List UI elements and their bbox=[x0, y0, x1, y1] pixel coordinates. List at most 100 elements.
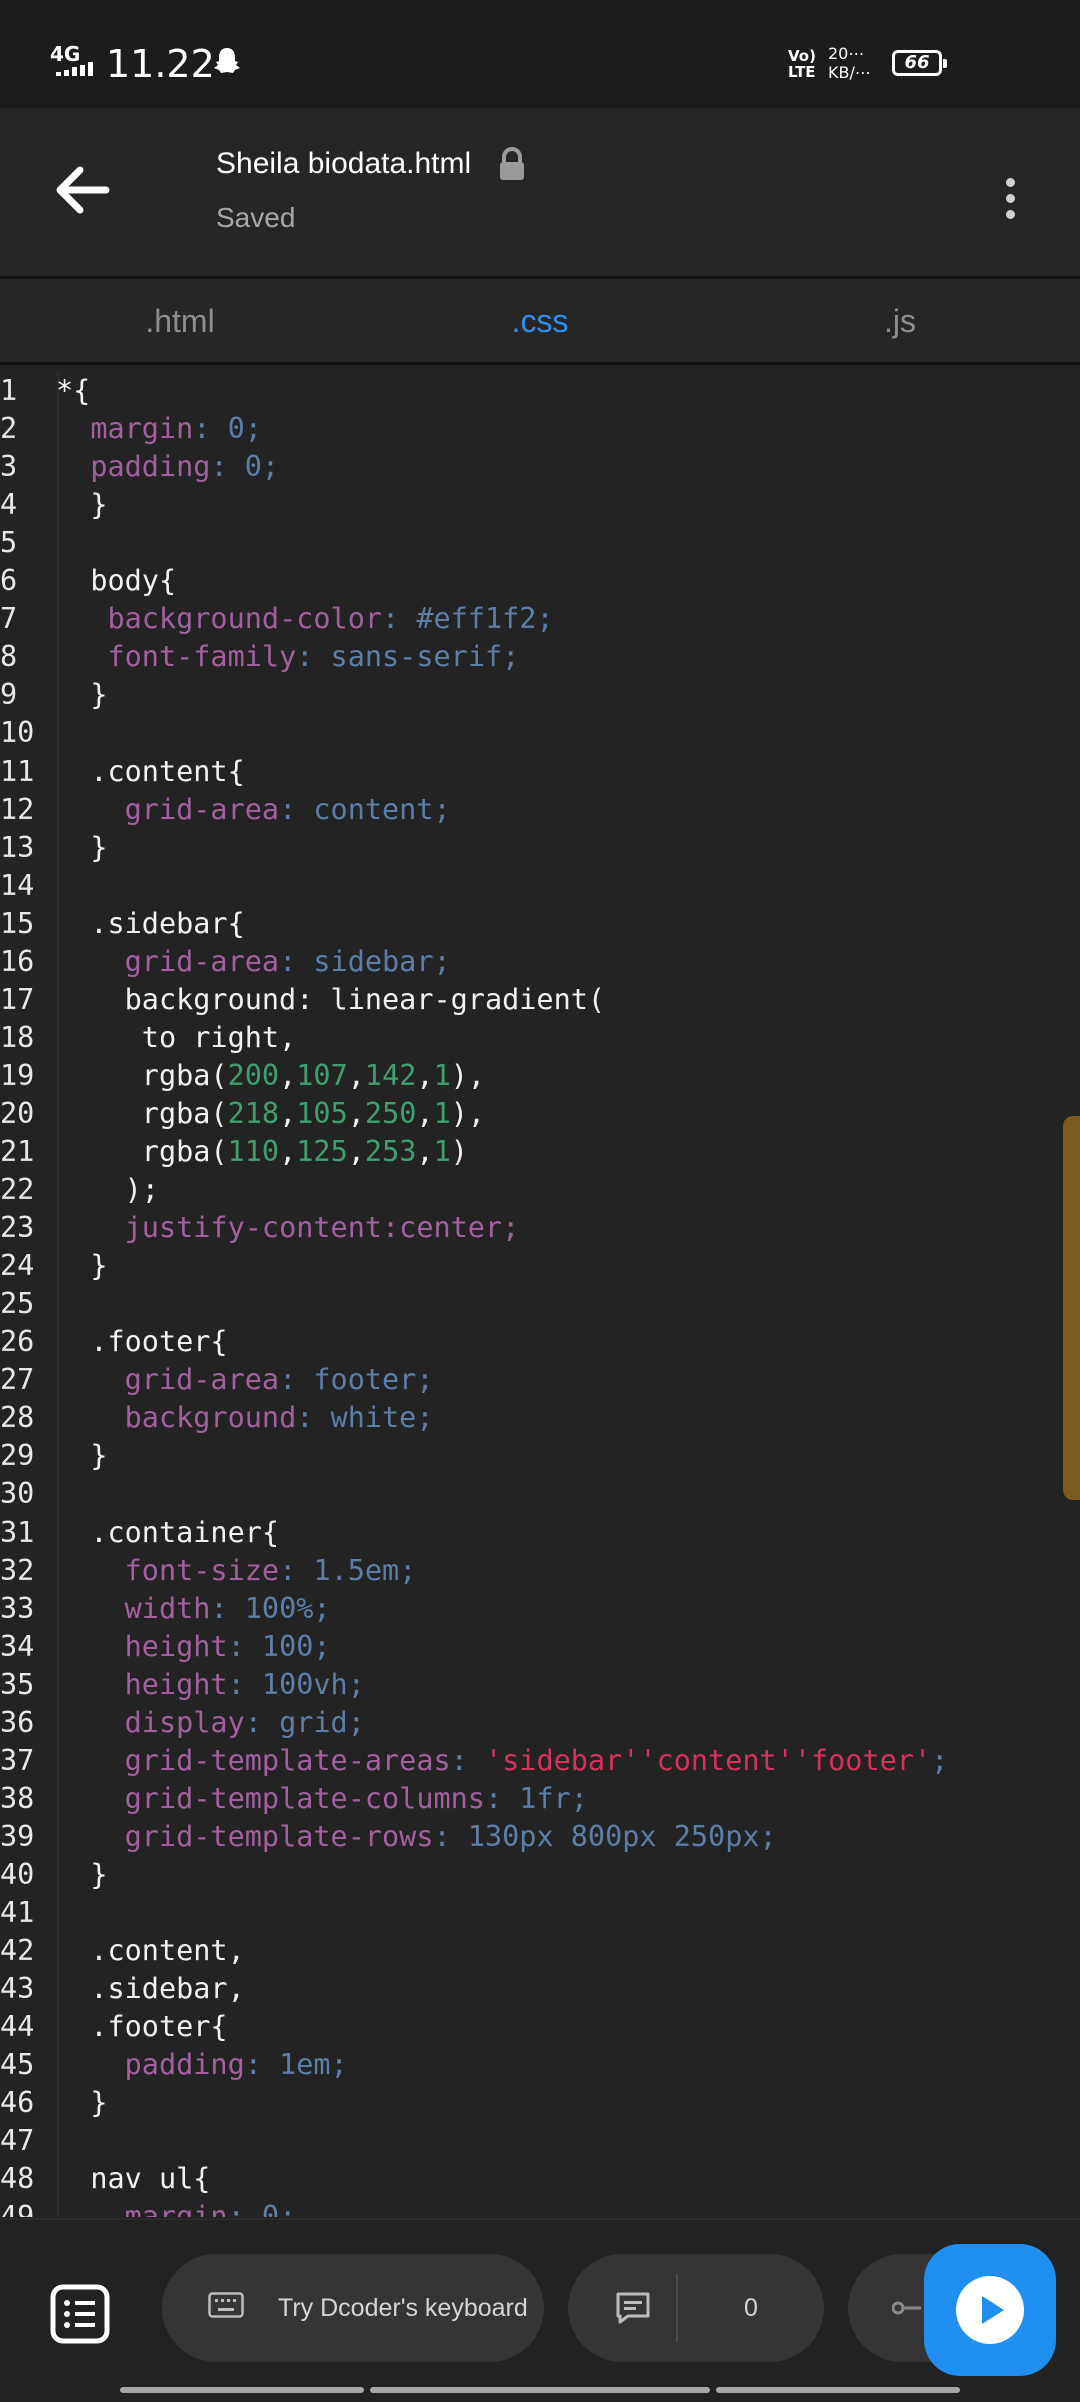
code-token: 142 bbox=[364, 1058, 417, 1092]
code-token: : 0; bbox=[210, 450, 280, 484]
line-number: 29 bbox=[0, 1439, 35, 1473]
code-line[interactable]: 13 } bbox=[0, 829, 1060, 867]
code-line[interactable]: 6 body{ bbox=[0, 562, 1060, 600]
code-line[interactable]: 5 bbox=[0, 524, 1060, 562]
line-number: 2 bbox=[0, 412, 18, 446]
code-token: : content; bbox=[279, 792, 451, 826]
tab-js[interactable]: .js bbox=[720, 279, 1080, 363]
code-line[interactable]: 32 font-size: 1.5em; bbox=[0, 1552, 1060, 1590]
more-vertical-icon[interactable] bbox=[990, 168, 1030, 228]
code-line[interactable]: 36 display: grid; bbox=[0, 1704, 1060, 1742]
list-icon[interactable] bbox=[50, 2284, 110, 2344]
code-line[interactable]: 15 .sidebar{ bbox=[0, 905, 1060, 943]
file-name[interactable]: Sheila biodata.html bbox=[216, 144, 471, 184]
code-line[interactable]: 25 bbox=[0, 1285, 1060, 1323]
code-line[interactable]: 37 grid-template-areas: 'sidebar''conten… bbox=[0, 1742, 1060, 1780]
code-line[interactable]: 30 bbox=[0, 1475, 1060, 1513]
code-line[interactable]: 26 .footer{ bbox=[0, 1323, 1060, 1361]
code-line[interactable]: 9 } bbox=[0, 676, 1060, 714]
code-text: grid-area: sidebar; bbox=[56, 943, 451, 981]
code-line[interactable]: 20 rgba(218,105,250,1), bbox=[0, 1095, 1060, 1133]
code-text: rgba(200,107,142,1), bbox=[56, 1057, 485, 1095]
code-token: , bbox=[279, 1135, 297, 1168]
code-line[interactable]: 24 } bbox=[0, 1247, 1060, 1285]
code-line[interactable]: 41 bbox=[0, 1894, 1060, 1932]
code-line[interactable]: 4 } bbox=[0, 486, 1060, 524]
code-token: } bbox=[56, 1439, 108, 1473]
code-line[interactable]: 40 } bbox=[0, 1856, 1060, 1894]
scrollbar-thumb[interactable] bbox=[1063, 1116, 1080, 1500]
keyboard-button[interactable]: Try Dcoder's keyboard bbox=[162, 2254, 544, 2362]
code-token: ; bbox=[931, 1743, 949, 1777]
code-line[interactable]: 27 grid-area: footer; bbox=[0, 1361, 1060, 1399]
code-line[interactable]: 11 .content{ bbox=[0, 753, 1060, 791]
code-line[interactable]: 21 rgba(110,125,253,1) bbox=[0, 1133, 1060, 1171]
code-line[interactable]: 49 margin: 0; bbox=[0, 2198, 1060, 2217]
code-line[interactable]: 42 .content, bbox=[0, 1932, 1060, 1970]
run-button[interactable] bbox=[924, 2244, 1056, 2376]
code-token: background-color bbox=[107, 602, 383, 636]
code-line[interactable]: 10 bbox=[0, 714, 1060, 752]
tab-html[interactable]: .html bbox=[0, 279, 360, 363]
code-line[interactable]: 1 *{ bbox=[0, 372, 1060, 410]
battery-icon: 66 bbox=[892, 50, 947, 76]
line-number: 23 bbox=[0, 1211, 35, 1245]
comments-button[interactable]: 0 bbox=[568, 2254, 824, 2362]
code-text: } bbox=[56, 1247, 107, 1285]
code-line[interactable]: 22 ); bbox=[0, 1171, 1060, 1209]
code-text: .content, bbox=[56, 1932, 244, 1970]
code-line[interactable]: 38 grid-template-columns: 1fr; bbox=[0, 1780, 1060, 1818]
arrow-left-icon[interactable] bbox=[44, 150, 124, 230]
code-text: } bbox=[56, 829, 107, 867]
code-line[interactable]: 29 } bbox=[0, 1437, 1060, 1475]
tab-css[interactable]: .css bbox=[360, 279, 720, 363]
network-speed: 20⋯ KB/⋯ bbox=[828, 44, 871, 82]
code-line[interactable]: 2 margin: 0; bbox=[0, 410, 1060, 448]
code-text: margin: 0; bbox=[56, 410, 262, 448]
code-text: height: 100; bbox=[56, 1628, 331, 1666]
line-number: 28 bbox=[0, 1401, 35, 1435]
code-line[interactable]: 12 grid-area: content; bbox=[0, 791, 1060, 829]
code-line[interactable]: 7 background-color: #eff1f2; bbox=[0, 600, 1060, 638]
code-line[interactable]: 35 height: 100vh; bbox=[0, 1666, 1060, 1704]
code-line[interactable]: 17 background: linear-gradient( bbox=[0, 981, 1060, 1019]
code-line[interactable]: 34 height: 100; bbox=[0, 1628, 1060, 1666]
code-line[interactable]: 48 nav ul{ bbox=[0, 2160, 1060, 2198]
code-line[interactable]: 14 bbox=[0, 867, 1060, 905]
code-token: 'sidebar''content''footer' bbox=[484, 1743, 932, 1777]
code-text: .footer{ bbox=[56, 2008, 227, 2046]
code-line[interactable]: 47 bbox=[0, 2122, 1060, 2160]
code-token: 105 bbox=[296, 1096, 348, 1130]
code-line[interactable]: 43 .sidebar, bbox=[0, 1970, 1060, 2008]
code-token: padding bbox=[124, 2048, 245, 2082]
code-line[interactable]: 28 background: white; bbox=[0, 1399, 1060, 1437]
code-token: margin bbox=[124, 2200, 228, 2217]
code-token: : #eff1f2; bbox=[382, 602, 554, 636]
code-line[interactable]: 31 .container{ bbox=[0, 1514, 1060, 1552]
code-line[interactable]: 3 padding: 0; bbox=[0, 448, 1060, 486]
code-line[interactable]: 8 font-family: sans-serif; bbox=[0, 638, 1060, 676]
line-number: 33 bbox=[0, 1591, 35, 1625]
code-line[interactable]: 44 .footer{ bbox=[0, 2008, 1060, 2046]
code-line[interactable]: 46 } bbox=[0, 2084, 1060, 2122]
code-line[interactable]: 19 rgba(200,107,142,1), bbox=[0, 1057, 1060, 1095]
code-line[interactable]: 16 grid-area: sidebar; bbox=[0, 943, 1060, 981]
line-number: 8 bbox=[0, 640, 18, 674]
code-line[interactable]: 33 width: 100%; bbox=[0, 1590, 1060, 1628]
code-line[interactable]: 39 grid-template-rows: 130px 800px 250px… bbox=[0, 1818, 1060, 1856]
code-line[interactable]: 45 padding: 1em; bbox=[0, 2046, 1060, 2084]
line-number: 20 bbox=[0, 1096, 35, 1130]
code-editor[interactable]: 1 *{2 margin: 0; 3 padding: 0; 4 } 5 6 body{7… bbox=[0, 372, 1080, 2217]
code-token: : white; bbox=[296, 1401, 434, 1435]
code-token: , bbox=[416, 1096, 434, 1130]
nav-handle bbox=[370, 2387, 710, 2393]
code-token: : 1em; bbox=[244, 2048, 348, 2082]
line-number: 5 bbox=[0, 526, 18, 560]
code-line[interactable]: 18 to right, bbox=[0, 1019, 1060, 1057]
code-line[interactable]: 23 justify-content:center; bbox=[0, 1209, 1060, 1247]
code-token: : sidebar; bbox=[279, 944, 451, 978]
nav-handle bbox=[716, 2387, 960, 2393]
